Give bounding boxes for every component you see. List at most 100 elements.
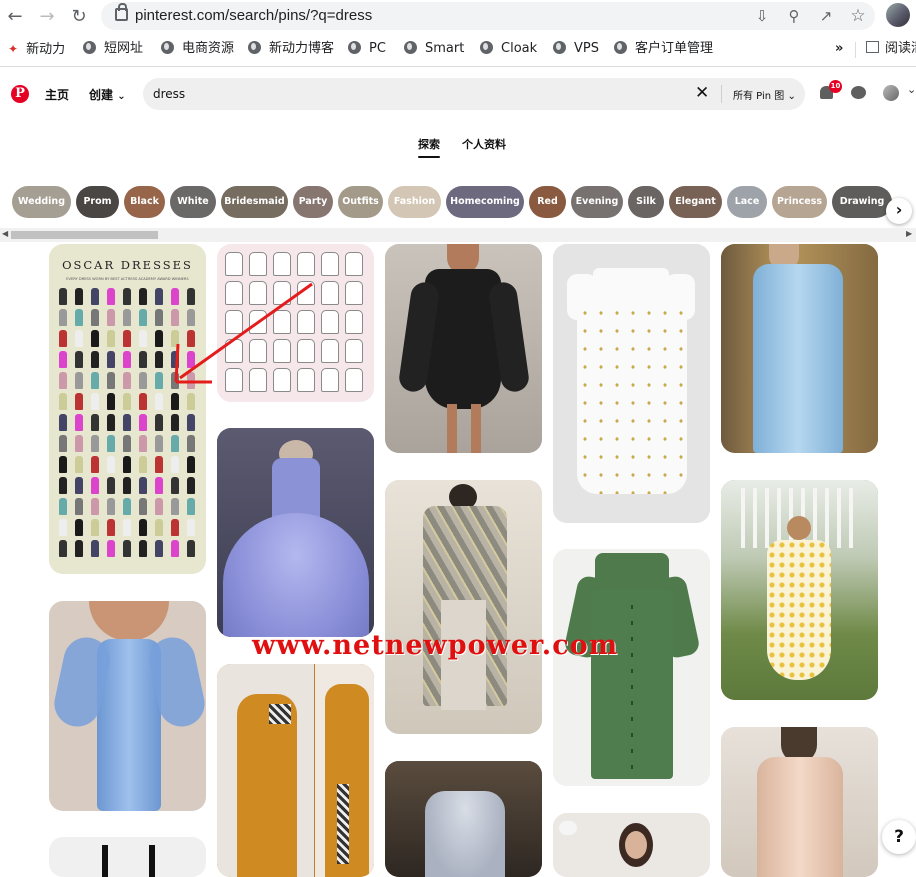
divider [721, 85, 722, 103]
search-input[interactable]: dress [153, 87, 185, 101]
url-text[interactable]: pinterest.com/search/pins/?q=dress [135, 7, 372, 24]
pin-black-dress[interactable] [385, 244, 542, 453]
messages-icon[interactable] [851, 86, 866, 99]
chevron-right-icon[interactable]: › [886, 198, 912, 224]
scroll-left-icon[interactable]: ◀ [2, 229, 8, 238]
bookmark-label: 新动力 [26, 42, 66, 57]
browser-profile-avatar[interactable] [886, 3, 910, 27]
pin-blue-sequin-dress[interactable] [49, 601, 206, 811]
home-link[interactable]: 主页 [45, 86, 69, 103]
chip-black[interactable]: Black [124, 186, 165, 218]
chip-fashion[interactable]: Fashion [388, 186, 441, 218]
reload-icon[interactable]: ↻ [68, 6, 90, 28]
chip-red[interactable]: Red [529, 186, 566, 218]
pin-blue-long-sleeve-dress[interactable] [721, 244, 878, 453]
pin-sheer-grey-gown[interactable] [385, 761, 542, 877]
install-icon[interactable]: ⇩ [753, 7, 771, 25]
pin-grey-striped-outfit[interactable] [385, 480, 542, 734]
share-icon[interactable]: ↗ [817, 7, 835, 25]
clear-search-icon[interactable]: ✕ [695, 83, 709, 103]
avatar[interactable] [883, 85, 899, 101]
mini-dress-icon [155, 435, 163, 452]
scrollbar-thumb[interactable] [11, 231, 158, 239]
more-bookmarks-button[interactable]: » [835, 39, 843, 59]
bookmark-label: Cloak [501, 41, 538, 56]
chip-silk[interactable]: Silk [628, 186, 664, 218]
chip-white[interactable]: White [170, 186, 216, 218]
address-bar[interactable]: pinterest.com/search/pins/?q=dress ⇩ ⚲ ↗… [101, 2, 875, 30]
bookmark-item[interactable]: ✦ 新动力 [8, 39, 65, 59]
mini-dress-icon [91, 288, 99, 305]
bookmark-item[interactable]: 客户订单管理 [614, 39, 713, 59]
bookmark-star-icon[interactable]: ☆ [849, 7, 867, 25]
scroll-right-icon[interactable]: ▶ [906, 229, 912, 238]
chip-party[interactable]: Party [293, 186, 333, 218]
reading-list-icon [866, 41, 879, 53]
pin-yellow-floral-maxi[interactable] [721, 480, 878, 700]
mini-dress-icon [107, 393, 115, 410]
mini-dress-icon [59, 498, 67, 515]
mini-dress-icon [91, 330, 99, 347]
chip-wedding[interactable]: Wedding [12, 186, 71, 218]
chip-outfits[interactable]: Outfits [338, 186, 383, 218]
pin-satin-pink-dress[interactable] [721, 727, 878, 877]
mini-dress-icon [139, 330, 147, 347]
search-filter-dropdown[interactable]: 所有 Pin 图 ⌄ [733, 87, 796, 102]
mini-dress-icon [139, 498, 147, 515]
mini-dress-icon [91, 435, 99, 452]
bookmark-item[interactable]: Smart [404, 39, 464, 59]
mini-dress-icon [171, 477, 179, 494]
mini-dress-icon [59, 540, 67, 557]
back-icon[interactable]: ← [4, 6, 26, 28]
help-button[interactable]: ? [882, 820, 916, 854]
pin-white-floral-dress[interactable] [553, 244, 710, 523]
chip-elegant[interactable]: Elegant [669, 186, 722, 218]
mini-dress-icon [75, 456, 83, 473]
bookmark-label: VPS [574, 41, 599, 56]
search-bar[interactable]: dress ✕ 所有 Pin 图 ⌄ [143, 78, 805, 110]
bookmark-item[interactable]: 新动力博客 [248, 39, 334, 59]
chip-drawing[interactable]: Drawing [832, 186, 892, 218]
horizontal-scrollbar[interactable]: ◀ ▶ [0, 228, 916, 242]
chip-lace[interactable]: Lace [727, 186, 767, 218]
pin-green-shirt-dress[interactable] [553, 549, 710, 786]
bookmark-item[interactable]: Cloak [480, 39, 537, 59]
mini-dress-icon [139, 372, 147, 389]
reading-list-button[interactable]: 阅读清 [866, 39, 916, 59]
create-menu[interactable]: 创建 ⌄ [89, 86, 126, 103]
pin-lavender-ball-gown[interactable] [217, 428, 374, 637]
forward-icon[interactable]: → [36, 6, 58, 28]
chip-prom[interactable]: Prom [76, 186, 119, 218]
chevron-down-icon: ⌄ [787, 91, 796, 102]
tab-explore[interactable]: 探索 [418, 136, 440, 152]
bookmark-item[interactable]: PC [348, 39, 386, 59]
chip-evening[interactable]: Evening [571, 186, 623, 218]
pinterest-logo-icon[interactable]: P [11, 85, 29, 103]
mini-dress-icon [107, 519, 115, 536]
chip-homecoming[interactable]: Homecoming [446, 186, 524, 218]
chip-princess[interactable]: Princess [772, 186, 827, 218]
bookmark-item[interactable]: 短网址 [83, 39, 143, 59]
mini-dress-icon [107, 372, 115, 389]
mini-dress-icon [123, 309, 131, 326]
tab-profile[interactable]: 个人资料 [462, 136, 506, 152]
zoom-icon[interactable]: ⚲ [785, 7, 803, 25]
bookmark-item[interactable]: 电商资源 [161, 39, 234, 59]
globe-icon [161, 41, 174, 54]
mini-dress-icon [139, 351, 147, 368]
mini-dress-icon [139, 309, 147, 326]
account-chevron-down-icon[interactable]: ⌄ [907, 83, 916, 96]
pinterest-header: P 主页 创建 ⌄ dress ✕ 所有 Pin 图 ⌄ 10 ⌄ [0, 67, 916, 125]
mini-dress-icon [107, 414, 115, 431]
video-badge-icon [559, 821, 577, 835]
mini-dress-icon [107, 498, 115, 515]
bookmark-item[interactable]: VPS [553, 39, 599, 59]
mini-dress-icon [75, 372, 83, 389]
pin-woman-portrait[interactable] [553, 813, 710, 877]
mini-dress-icon [139, 519, 147, 536]
chip-bridesmaid[interactable]: Bridesmaid [221, 186, 288, 218]
pin-black-strap-dress[interactable] [49, 837, 206, 877]
mini-dress-icon [107, 456, 115, 473]
mini-dress-icon [139, 540, 147, 557]
pin-orange-plaid-dress[interactable] [217, 664, 374, 877]
